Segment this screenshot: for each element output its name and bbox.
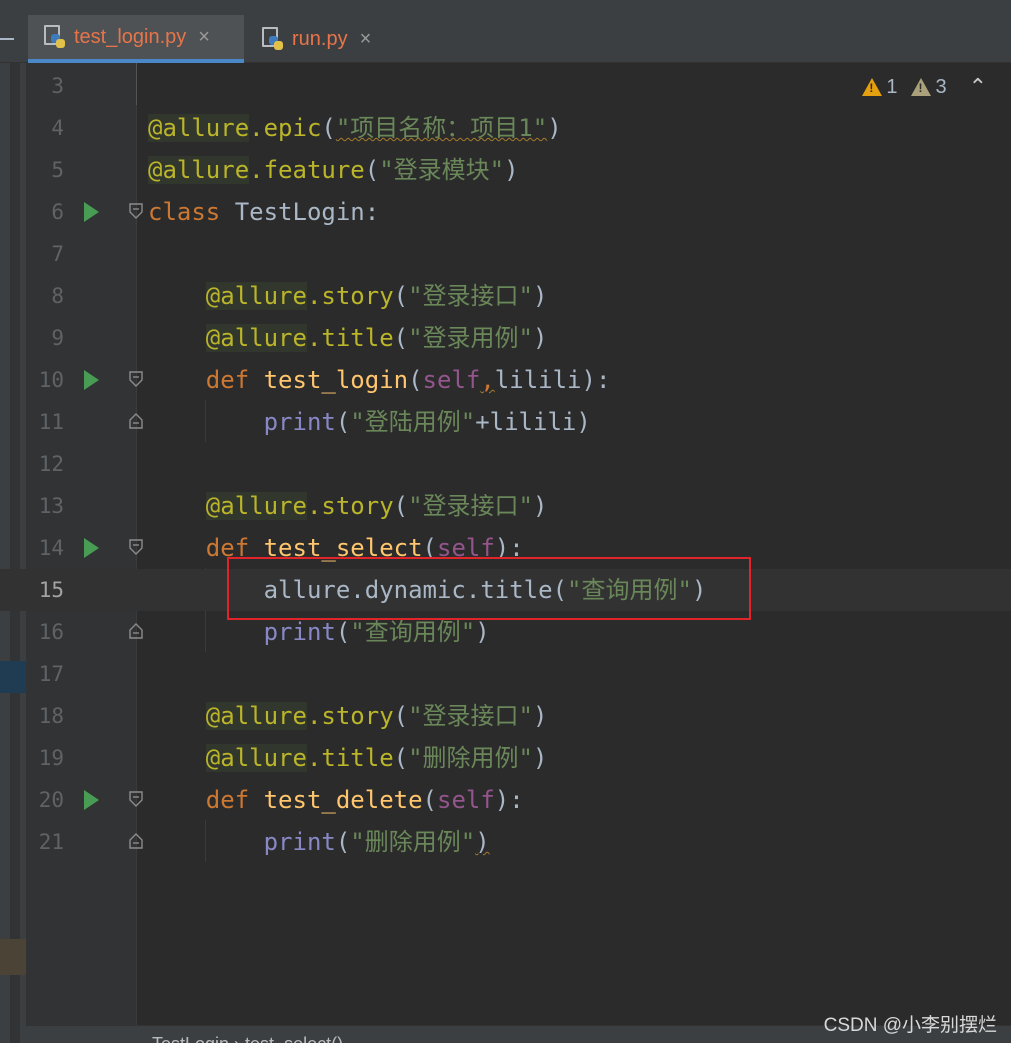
line-number: 5 <box>51 158 64 182</box>
code-line[interactable]: 6 class TestLogin: <box>0 191 1011 233</box>
code-text[interactable]: @allure.title("删除用例") <box>148 737 547 779</box>
line-number: 4 <box>51 116 64 140</box>
line-number: 9 <box>51 326 64 350</box>
code-line[interactable]: 12 <box>0 443 1011 485</box>
code-text[interactable]: @allure.story("登录接口") <box>148 695 547 737</box>
code-line[interactable]: 8 @allure.story("登录接口") <box>0 275 1011 317</box>
line-number: 18 <box>38 704 64 728</box>
close-icon[interactable]: × <box>198 26 210 49</box>
line-number: 11 <box>38 410 64 434</box>
line-number: 14 <box>38 536 64 560</box>
line-number: 19 <box>38 746 64 770</box>
code-text[interactable]: def test_delete(self): <box>148 779 524 821</box>
line-number: 21 <box>38 830 64 854</box>
tab-test-login[interactable]: test_login.py × <box>28 15 244 63</box>
tab-label: run.py <box>292 27 348 50</box>
scroll-marker <box>0 939 26 975</box>
code-text[interactable]: print("删除用例") <box>148 821 490 863</box>
line-number: 7 <box>51 242 64 266</box>
fold-end-icon[interactable] <box>129 413 143 429</box>
line-number: 10 <box>38 368 64 392</box>
code-line[interactable]: 9 @allure.title("登录用例") <box>0 317 1011 359</box>
fold-icon[interactable] <box>129 791 143 807</box>
fold-end-icon[interactable] <box>129 833 143 849</box>
code-text[interactable]: @allure.title("登录用例") <box>148 317 547 359</box>
code-text[interactable]: print("登陆用例"+lilili) <box>148 401 591 443</box>
editor-tab-bar: test_login.py × run.py × <box>0 0 1011 63</box>
line-number: 15 <box>38 578 64 602</box>
line-number: 3 <box>51 74 64 98</box>
tab-run[interactable]: run.py × <box>246 15 394 63</box>
line-number: 20 <box>38 788 64 812</box>
line-number: 6 <box>51 200 64 224</box>
code-text[interactable]: class TestLogin: <box>148 191 379 233</box>
code-line[interactable]: 21 print("删除用例") <box>0 821 1011 863</box>
run-icon[interactable] <box>84 202 99 222</box>
line-number: 12 <box>38 452 64 476</box>
code-line[interactable]: 3 <box>0 65 1011 107</box>
code-line[interactable]: 11 print("登陆用例"+lilili) <box>0 401 1011 443</box>
run-icon[interactable] <box>84 790 99 810</box>
fold-icon[interactable] <box>129 203 143 219</box>
fold-icon[interactable] <box>129 371 143 387</box>
code-line[interactable]: 4 @allure.epic("项目名称：项目1") <box>0 107 1011 149</box>
code-text[interactable]: @allure.feature("登录模块") <box>148 149 519 191</box>
code-line[interactable]: 7 <box>0 233 1011 275</box>
code-text[interactable]: @allure.story("登录接口") <box>148 485 547 527</box>
line-number: 16 <box>38 620 64 644</box>
fold-end-icon[interactable] <box>129 623 143 639</box>
minimize-icon[interactable] <box>0 38 14 40</box>
code-line[interactable]: 17 <box>0 653 1011 695</box>
line-number: 17 <box>38 662 64 686</box>
code-line[interactable]: 13 @allure.story("登录接口") <box>0 485 1011 527</box>
line-number: 13 <box>38 494 64 518</box>
close-icon[interactable]: × <box>360 28 372 51</box>
highlight-box <box>227 557 751 620</box>
python-file-icon <box>262 27 284 51</box>
fold-icon[interactable] <box>129 539 143 555</box>
run-icon[interactable] <box>84 538 99 558</box>
ide-window: test_login.py × run.py × 1 3 ⌃ 3 4 @allu… <box>0 0 1011 1043</box>
code-line[interactable]: 10 def test_login(self,lilili): <box>0 359 1011 401</box>
run-icon[interactable] <box>84 370 99 390</box>
code-text[interactable]: def test_login(self,lilili): <box>148 359 611 401</box>
watermark: CSDN @小李别摆烂 <box>823 1015 997 1036</box>
line-number: 8 <box>51 284 64 308</box>
code-text[interactable]: @allure.epic("项目名称：项目1") <box>148 107 562 149</box>
code-line[interactable]: 20 def test_delete(self): <box>0 779 1011 821</box>
code-line[interactable]: 18 @allure.story("登录接口") <box>0 695 1011 737</box>
code-line[interactable]: 19 @allure.title("删除用例") <box>0 737 1011 779</box>
code-line[interactable]: 5 @allure.feature("登录模块") <box>0 149 1011 191</box>
code-text[interactable]: @allure.story("登录接口") <box>148 275 547 317</box>
tab-label: test_login.py <box>74 25 187 48</box>
breadcrumb-text[interactable]: TestLogin › test_select() <box>152 1034 343 1043</box>
python-file-icon <box>44 25 66 49</box>
